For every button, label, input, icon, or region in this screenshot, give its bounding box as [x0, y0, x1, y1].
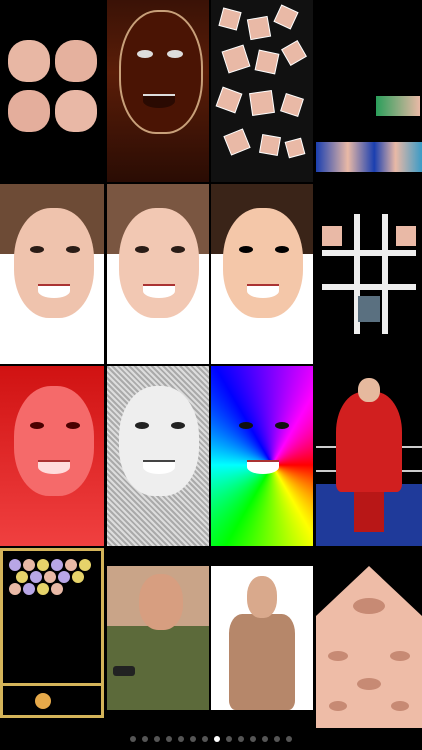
tile-sketch-bw[interactable]: [107, 366, 209, 546]
eye-right: [66, 422, 80, 429]
tile-paint-portrait[interactable]: [107, 184, 209, 364]
eye-right: [167, 50, 183, 58]
tile-dark-negative[interactable]: [107, 0, 209, 182]
mini-face: [8, 40, 50, 82]
face: [247, 576, 277, 618]
face: [14, 208, 94, 318]
bubble-field: [3, 559, 101, 709]
page-dot[interactable]: [166, 736, 172, 742]
dark-face: [119, 10, 203, 134]
effects-grid: [0, 0, 422, 728]
page-dot[interactable]: [178, 736, 184, 742]
tile-tic-tac-toe[interactable]: [316, 184, 422, 364]
page-dot[interactable]: [202, 736, 208, 742]
eye-right: [66, 246, 80, 253]
eye-left: [239, 422, 253, 429]
page-dot[interactable]: [250, 736, 256, 742]
page-dot[interactable]: [190, 736, 196, 742]
eye-right: [171, 246, 185, 253]
page-dot[interactable]: [286, 736, 292, 742]
eye-left: [135, 422, 149, 429]
page-dot[interactable]: [142, 736, 148, 742]
face: [119, 208, 199, 318]
mouth: [38, 284, 70, 298]
tile-rainbow-swirl[interactable]: [211, 366, 313, 546]
page-dot[interactable]: [262, 736, 268, 742]
torso: [229, 614, 295, 710]
page-dot[interactable]: [274, 736, 280, 742]
tile-slice-shift[interactable]: [0, 184, 104, 364]
tile-kaleido-faces[interactable]: [316, 566, 422, 728]
tile-wrestler-cape[interactable]: [316, 366, 422, 546]
eye-right: [275, 246, 289, 253]
page-dot[interactable]: [238, 736, 244, 742]
mini-face: [8, 90, 50, 132]
face: [223, 208, 303, 318]
small-face-strip: [376, 96, 420, 116]
face: [139, 574, 183, 630]
page-dot-active[interactable]: [214, 736, 220, 742]
eye-right: [171, 422, 185, 429]
tile-scatter-squares[interactable]: [211, 0, 313, 182]
mini-face: [55, 90, 97, 132]
eye-left: [239, 246, 253, 253]
controller: [113, 666, 135, 676]
tile-red-tint[interactable]: [0, 366, 104, 546]
face: [14, 386, 94, 496]
face: [119, 386, 199, 496]
legs: [354, 492, 384, 532]
tile-split-faces[interactable]: [0, 0, 104, 182]
mouth: [143, 460, 175, 474]
tile-muscle-man[interactable]: [211, 566, 313, 710]
tile-posterize-portrait[interactable]: [211, 184, 313, 364]
page-indicator[interactable]: [0, 728, 422, 750]
bottom-face-strip: [316, 142, 422, 172]
eye-left: [135, 246, 149, 253]
mouth: [143, 94, 175, 108]
wrestler-face: [358, 378, 380, 402]
eye-left: [30, 246, 44, 253]
cape: [336, 392, 402, 492]
mouth: [143, 284, 175, 298]
tic-tac-toe-board: [322, 214, 416, 334]
page-dot[interactable]: [226, 736, 232, 742]
page-dot[interactable]: [130, 736, 136, 742]
mouth: [247, 284, 279, 298]
tile-couch-gamer[interactable]: [107, 566, 209, 710]
kaleido-art: [316, 566, 422, 728]
tile-bubble-game[interactable]: [0, 548, 104, 718]
page-dot[interactable]: [154, 736, 160, 742]
mouth: [247, 460, 279, 474]
mini-face: [55, 40, 97, 82]
eye-right: [275, 422, 289, 429]
mouth: [38, 460, 70, 474]
tile-black-bluefaces[interactable]: [316, 0, 422, 182]
scatter-squares-art: [215, 4, 307, 159]
eye-left: [30, 422, 44, 429]
eye-left: [137, 50, 153, 58]
